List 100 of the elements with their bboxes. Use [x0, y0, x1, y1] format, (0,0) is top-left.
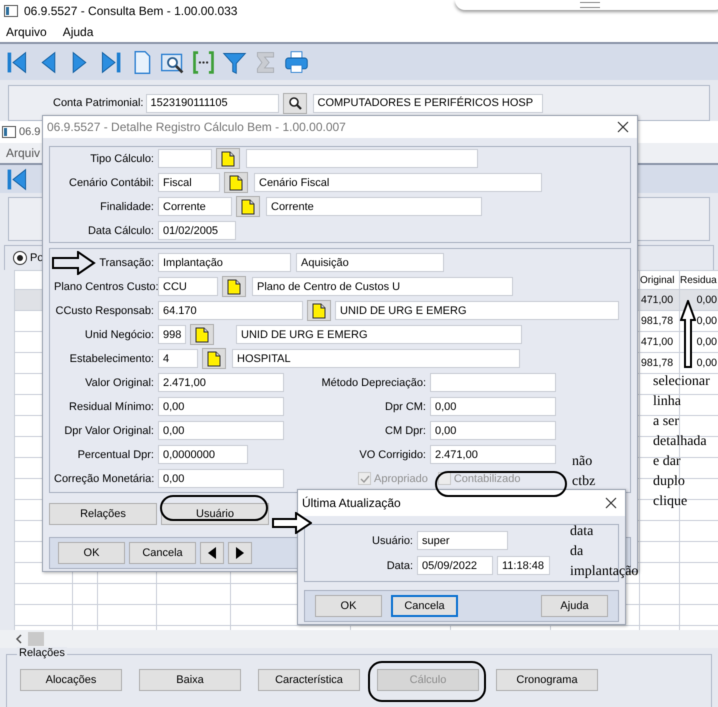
dialog-button[interactable]: Relações: [49, 503, 157, 525]
text-field[interactable]: CCU: [158, 277, 218, 296]
annotation-text: ctbz: [572, 473, 596, 491]
app-icon: [4, 4, 18, 18]
annotation-text: duplo: [653, 473, 685, 491]
table-cell: 471,00: [640, 290, 680, 310]
dialog-button[interactable]: OK: [315, 595, 382, 617]
text-field[interactable]: [158, 149, 212, 168]
scroll-left-icon[interactable]: [14, 634, 24, 644]
close-icon[interactable]: [605, 497, 617, 509]
text-field[interactable]: Corrente: [266, 197, 482, 216]
text-field[interactable]: 64.170: [158, 301, 303, 320]
annotation-text: não: [572, 453, 592, 471]
close-icon[interactable]: [617, 121, 629, 133]
text-field[interactable]: 0,0000000: [158, 445, 248, 464]
text-field[interactable]: 0,00: [158, 469, 284, 488]
field-label: CCusto Responsab:: [54, 304, 154, 316]
text-field[interactable]: Implantação: [158, 253, 291, 272]
dialog-button[interactable]: OK: [58, 542, 125, 564]
annotation-text: clique: [653, 493, 688, 511]
annotation-text: selecionar: [653, 373, 710, 391]
search-button[interactable]: [282, 92, 306, 114]
horizontal-scrollbar[interactable]: [0, 630, 718, 648]
field-label: Correção Monetária:: [54, 472, 154, 484]
dialog-title: 06.9.5527 - Detalhe Registro Cálculo Bem - 1.00.00.007: [47, 120, 346, 134]
text-field[interactable]: 998: [158, 325, 186, 344]
text-field[interactable]: 0,00: [158, 421, 284, 440]
right-triangle-icon: [235, 546, 245, 560]
scroll-thumb[interactable]: [28, 632, 44, 646]
field-label: Usuário:: [371, 534, 413, 546]
text-field[interactable]: 1523190111105: [146, 94, 278, 112]
field-label: Residual Mínimo:: [68, 400, 154, 412]
text-field[interactable]: [246, 149, 478, 168]
field-label: Dpr Valor Original:: [63, 424, 154, 436]
text-field[interactable]: COMPUTADORES E PERIFÉRICOS HOSP: [312, 94, 542, 112]
relation-button[interactable]: Baixa: [139, 669, 241, 691]
text-field[interactable]: 2.471,00: [158, 373, 284, 392]
dialog-button[interactable]: Cancela: [391, 595, 458, 617]
field-label: Estabelecimento:: [68, 352, 154, 364]
time-field[interactable]: 11:18:48: [497, 556, 550, 575]
group-title: Relações: [17, 647, 67, 659]
dialog-button[interactable]: Ajuda: [541, 595, 608, 617]
text-field[interactable]: HOSPITAL: [232, 349, 520, 368]
annotation-text: data: [570, 523, 594, 541]
relation-button[interactable]: Característica: [258, 669, 360, 691]
text-field[interactable]: UNID DE URG E EMERG: [236, 325, 522, 344]
text-field[interactable]: Corrente: [158, 197, 232, 216]
field-label: Transação:: [98, 256, 154, 268]
annotation-text: e dar: [653, 453, 681, 471]
lookup-button[interactable]: [202, 348, 226, 369]
menu-item[interactable]: Ajuda: [62, 25, 94, 39]
field-label: Data Cálculo:: [86, 224, 154, 236]
lookup-button[interactable]: [216, 148, 240, 169]
annotation-text: linha: [653, 393, 681, 411]
text-field[interactable]: Fiscal: [158, 173, 220, 192]
field-label: Dpr CM:: [384, 400, 426, 412]
lookup-button[interactable]: [236, 196, 260, 217]
text-field[interactable]: 0,00: [430, 397, 556, 416]
text-field[interactable]: UNID DE URG E EMERG: [335, 301, 619, 320]
next-button[interactable]: [228, 542, 252, 564]
date-field[interactable]: 05/09/2022: [417, 556, 493, 575]
previous-button[interactable]: [200, 542, 224, 564]
left-triangle-icon: [207, 546, 217, 560]
dialog-button[interactable]: Usuário: [161, 503, 269, 525]
field-label: Finalidade:: [99, 200, 154, 212]
lookup-button[interactable]: [190, 324, 214, 345]
printer-icon[interactable]: [283, 48, 310, 76]
column-header[interactable]: Residua: [680, 270, 718, 290]
text-field[interactable]: Aquisição: [296, 253, 444, 272]
field-label: Data:: [386, 560, 413, 572]
dialog-button[interactable]: Cancela: [129, 542, 196, 564]
text-field[interactable]: 0,00: [430, 421, 556, 440]
annotation-text: a ser: [653, 413, 680, 431]
table-cell: 471,00: [640, 332, 680, 352]
text-field[interactable]: 0,00: [158, 397, 284, 416]
menu-item[interactable]: Arquivo: [6, 25, 47, 39]
lookup-button[interactable]: [307, 300, 331, 321]
text-field[interactable]: Plano de Centro de Custos U: [252, 277, 513, 296]
text-field[interactable]: [430, 373, 556, 392]
text-field[interactable]: 4: [158, 349, 198, 368]
field-label: Valor Original:: [84, 376, 154, 388]
field-label: Unid Negócio:: [84, 328, 154, 340]
radio-button[interactable]: [13, 251, 27, 265]
lookup-button[interactable]: [222, 276, 246, 297]
column-header[interactable]: Original: [640, 270, 680, 290]
menu-item[interactable]: Arquiv: [6, 146, 40, 160]
window-title: 06.9.5527 - Consulta Bem - 1.00.00.033: [24, 4, 238, 18]
text-field[interactable]: 01/02/2005: [158, 221, 236, 240]
annotation-text: da: [570, 543, 584, 561]
annotation-arrow: [680, 300, 696, 368]
text-field[interactable]: Cenário Fiscal: [254, 173, 542, 192]
annotation-text: detalhada: [653, 433, 707, 451]
relation-button[interactable]: Alocações: [20, 669, 122, 691]
dialog-title: Última Atualização: [302, 496, 401, 510]
relation-button[interactable]: Cronograma: [496, 669, 598, 691]
text-field[interactable]: 2.471,00: [430, 445, 556, 464]
text-field[interactable]: super: [417, 531, 508, 550]
annotation-text: implantação: [570, 563, 638, 581]
lookup-button[interactable]: [224, 172, 248, 193]
field-label: CM Dpr:: [384, 424, 426, 436]
